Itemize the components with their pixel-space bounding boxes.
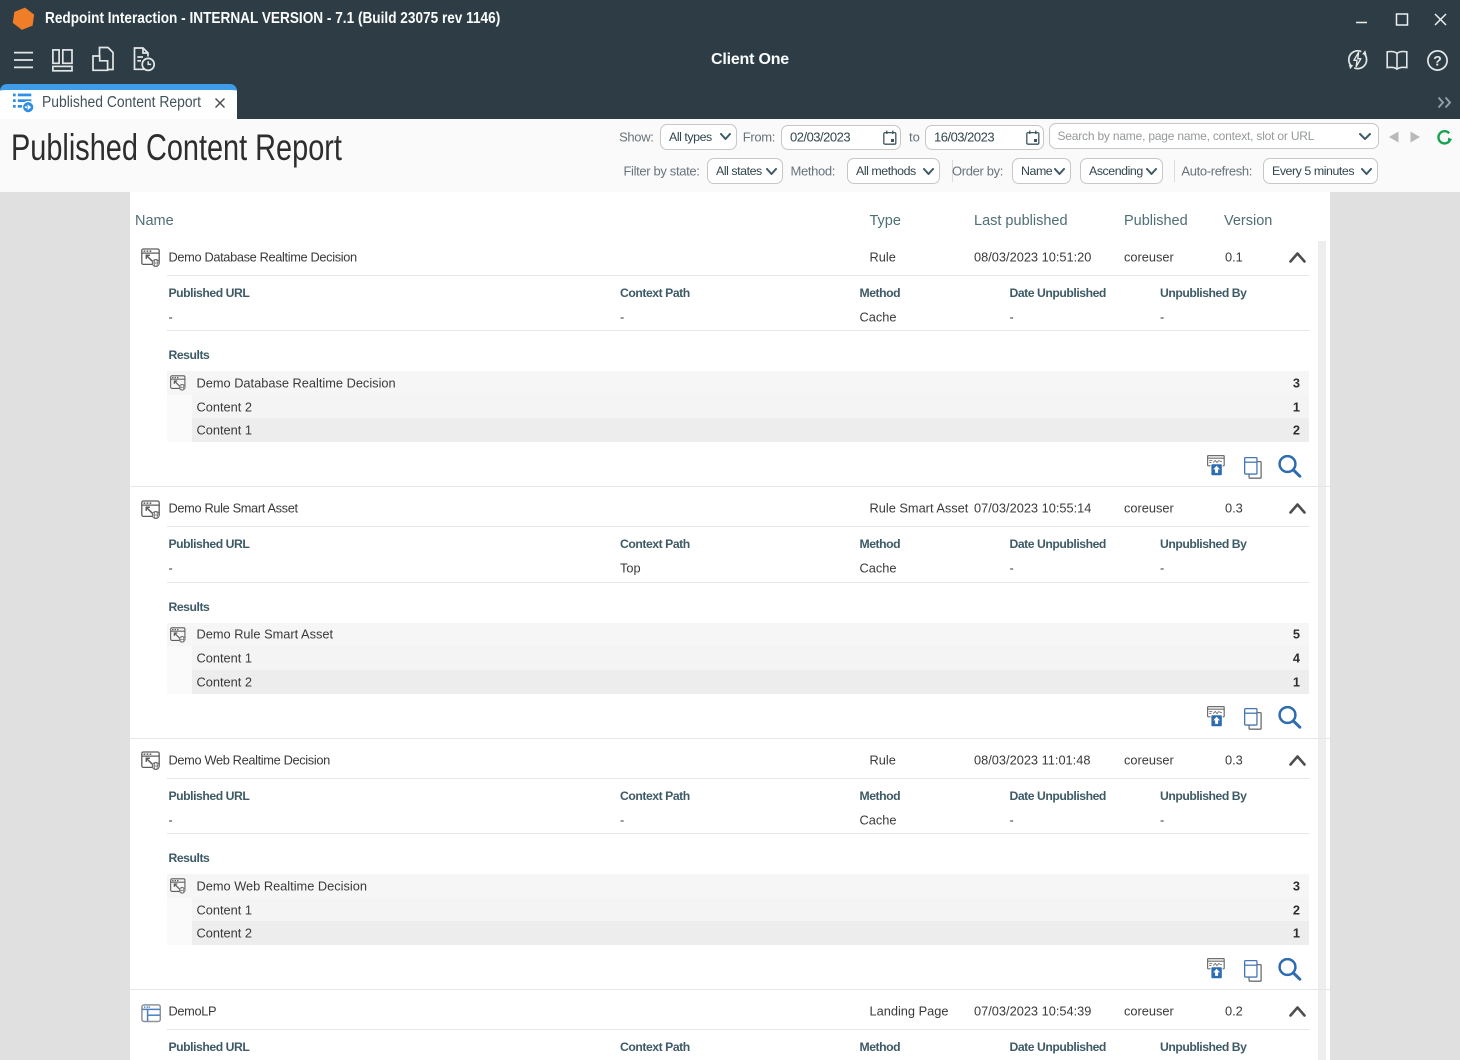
svg-text:?: ? <box>1433 52 1442 68</box>
